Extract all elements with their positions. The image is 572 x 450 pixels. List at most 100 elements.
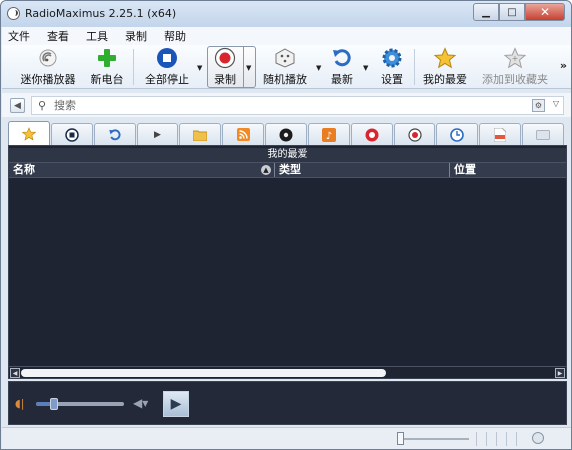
add-to-favorites-label: 添加到收藏夹 [482,73,548,86]
title-bar: RadioMaximus 2.25.1 (x64) ▁ □ ✕ [1,1,571,27]
record-red-icon [365,128,379,142]
settings-label: 设置 [381,73,403,86]
search-row: ◀ ⚲ ⚙ ▽ [2,93,571,117]
undo-arrow-icon [108,128,122,142]
menu-file[interactable]: 文件 [8,28,30,44]
star-icon [434,47,456,69]
star-icon [21,126,36,141]
settings-button[interactable]: 设置 [378,47,406,87]
svg-text:♪: ♪ [326,131,332,142]
svg-text:+: + [512,54,519,63]
random-play-label: 随机播放 [263,73,307,86]
record-icon [214,47,236,69]
favorites-button[interactable]: 我的最爱 [422,47,468,87]
tab-recordings[interactable] [350,123,393,145]
menu-view[interactable]: 查看 [47,28,69,44]
close-button[interactable]: ✕ [525,3,565,21]
station-list-panel: 我的最爱 名称 ▲ 类型 位置 ◀ ▶ [8,145,567,379]
search-options-icon[interactable]: ⚙ [532,99,545,112]
status-divider [506,432,507,446]
maximize-button[interactable]: □ [499,3,525,21]
random-play-dropdown-icon[interactable]: ▼ [316,64,321,72]
player-bar: ◖| ◀▾ ▶ [8,381,567,425]
stop-all-dropdown-icon[interactable]: ▼ [197,64,202,72]
stop-icon [156,47,178,69]
app-logo-icon [7,7,20,20]
status-zoom-track[interactable] [397,438,469,440]
tab-stopped[interactable] [50,123,93,145]
star-add-icon: + [504,47,526,69]
menu-bar: 文件 查看 工具 录制 帮助 [2,27,571,45]
app-window: RadioMaximus 2.25.1 (x64) ▁ □ ✕ 文件 查看 工具… [0,0,572,450]
volume-slider-knob[interactable] [49,398,58,410]
tab-now-playing[interactable]: ▶ [136,123,179,145]
mini-player-button[interactable]: 迷你播放器 [20,47,76,87]
record-button[interactable]: 录制 [209,47,241,87]
volume-slider[interactable] [36,398,124,410]
toolbar: 迷你播放器 新电台 全部停止 ▼ 录制 ▼ 随机播放 ▼ 最新 ▼ 设置 我的最… [2,45,571,89]
random-play-button[interactable]: 随机播放 [260,47,310,87]
tab-history[interactable] [93,123,136,145]
new-station-button[interactable]: 新电台 [89,47,125,87]
folder-icon [193,128,208,142]
toolbar-separator [414,49,415,85]
window-controls: ▁ □ ✕ [473,3,565,21]
column-location[interactable]: 位置 [450,163,566,177]
tab-podcasts[interactable] [222,123,265,145]
refresh-icon [331,47,353,69]
horizontal-scrollbar[interactable]: ◀ ▶ [9,366,566,378]
tab-music-library[interactable]: ♪ [307,123,350,145]
add-to-favorites-button[interactable]: + 添加到收藏夹 [481,47,549,87]
sort-indicator-icon[interactable]: ▲ [261,165,271,175]
scroll-right-icon[interactable]: ▶ [555,368,565,378]
column-header-row: 名称 ▲ 类型 位置 [9,162,566,178]
pdf-icon [493,127,507,142]
record-dropdown-icon[interactable]: ▼ [246,64,251,72]
tab-scheduled-recordings[interactable] [393,123,436,145]
minimize-button[interactable]: ▁ [473,3,499,21]
tab-folders[interactable] [179,123,222,145]
search-input[interactable] [54,98,534,113]
menu-help[interactable]: 帮助 [164,28,186,44]
window-title: RadioMaximus 2.25.1 (x64) [25,7,177,20]
tab-favorites[interactable] [8,121,50,145]
status-zoom-knob[interactable] [397,432,404,445]
dice-icon [274,47,296,69]
rss-icon [236,128,250,142]
play-small-icon: ▶ [153,129,161,140]
stop-all-button[interactable]: 全部停止 [142,47,192,87]
stop-all-label: 全部停止 [145,73,189,86]
play-button[interactable]: ▶ [163,391,189,417]
menu-record[interactable]: 录制 [125,28,147,44]
toolbar-overflow-icon[interactable]: » [560,59,567,72]
speaker-icon[interactable]: ◀▾ [133,396,148,410]
stop-square-icon [65,127,79,142]
scrollbar-thumb[interactable] [21,369,386,377]
search-icon: ⚲ [38,99,47,112]
status-divider [516,432,517,446]
favorites-label: 我的最爱 [423,73,467,86]
status-divider [476,432,477,446]
new-station-label: 新电台 [90,73,124,86]
scroll-left-icon[interactable]: ◀ [10,368,20,378]
status-divider [496,432,497,446]
network-status-icon [532,432,544,444]
gear-icon [381,47,403,69]
tab-documents[interactable] [479,123,522,145]
tab-more[interactable] [522,123,564,145]
latest-button[interactable]: 最新 [328,47,356,87]
column-type[interactable]: 类型 [275,163,447,177]
mini-player-label: 迷你播放器 [20,73,76,86]
menu-tools[interactable]: 工具 [86,28,108,44]
back-arrow-icon[interactable]: ◀ [10,98,25,113]
status-bar [2,427,571,449]
latest-dropdown-icon[interactable]: ▼ [363,64,368,72]
category-tabs: ▶ ♪ [8,121,565,145]
latest-label: 最新 [331,73,353,86]
tab-scheduler[interactable] [436,123,479,145]
toolbar-separator [133,49,134,85]
column-name[interactable]: 名称 [9,163,271,177]
chevron-down-icon[interactable]: ▽ [553,99,559,108]
plus-icon [96,47,118,69]
tab-radio-directory[interactable] [265,123,307,145]
